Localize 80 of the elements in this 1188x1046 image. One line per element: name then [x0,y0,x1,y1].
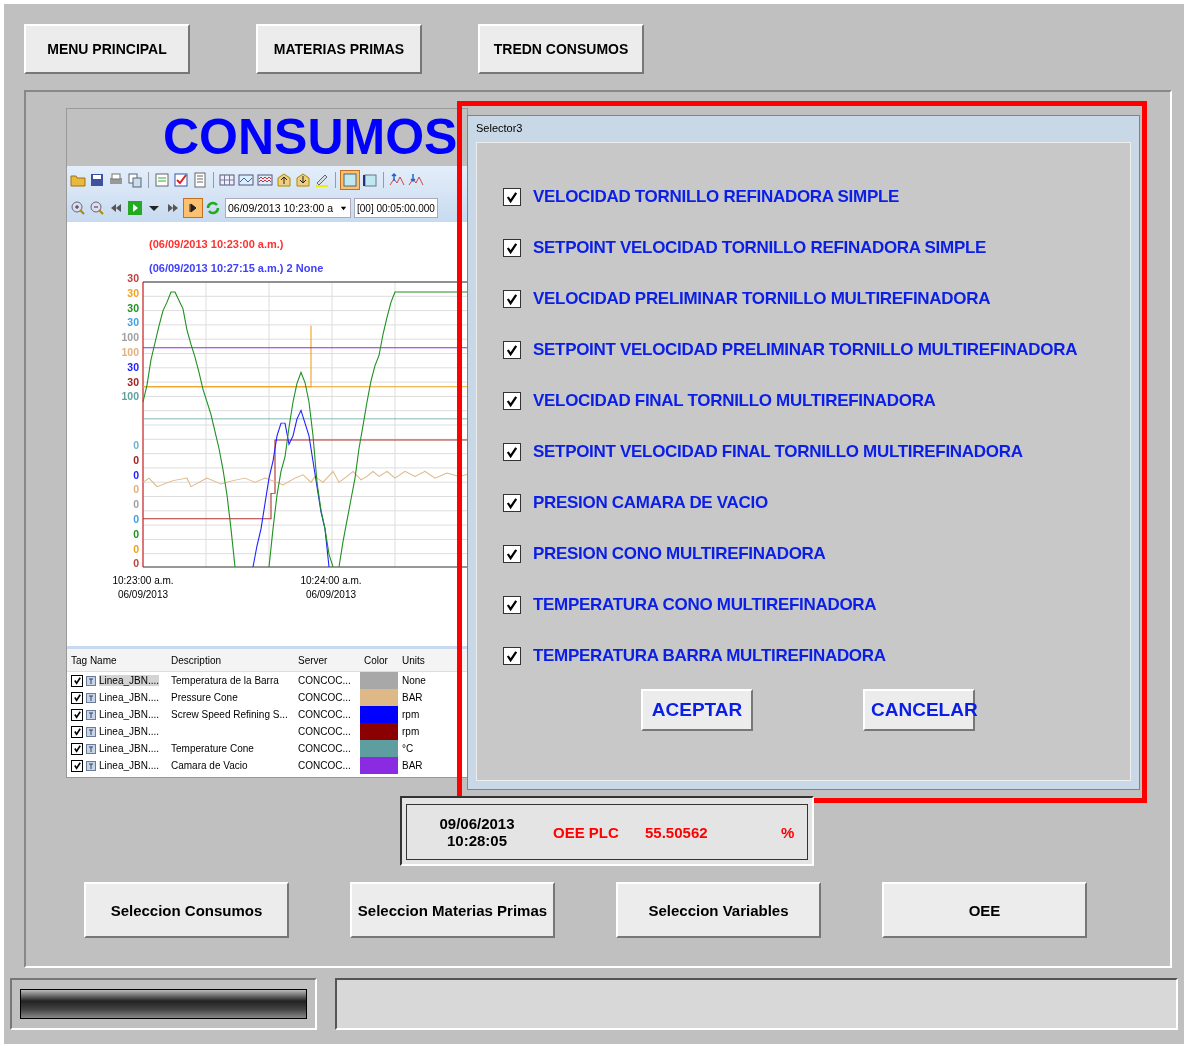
axis-label: 30 [127,316,139,329]
variable-label: VELOCIDAD FINAL TORNILLO MULTIREFINADORA [533,390,936,411]
variable-label: SETPOINT VELOCIDAD PRELIMINAR TORNILLO MULTIREFINADORA [533,339,1078,360]
nav-button[interactable]: MATERIAS PRIMAS [256,24,422,74]
selection-button[interactable]: Seleccion Materias Primas [350,882,555,938]
column-header: Server [297,653,329,668]
variable-label: VELOCIDAD TORNILLO REFINADORA SIMPLE [533,186,900,207]
axis-label: 0 [133,498,139,511]
dialog-title: Selector3 [476,122,523,134]
date-axis-label: 06/09/2013 [117,589,169,600]
description-cell: Pressure Cone [171,692,238,703]
tag-name-cell[interactable]: Linea_JBN.... [99,726,160,737]
description-cell: Camara de Vacio [171,760,248,771]
axis-label: 100 [121,390,139,403]
server-cell-text: CONCOC... [297,691,352,705]
date-text: 09/06/2013 [439,815,515,832]
trend-title: CONSUMOS [67,109,467,166]
axis-label: 30 [127,360,139,373]
axis-label: 30 [127,375,139,388]
units-cell-text: rpm [401,708,421,722]
axis-label: 0 [133,557,139,570]
oee-label: OEE PLC [553,823,620,841]
oee-value: 55.50562 [645,823,709,841]
variable-label: TEMPERATURA BARRA MULTIREFINADORA [533,645,886,666]
selection-button[interactable]: Seleccion Consumos [84,882,289,938]
tag-name-cell[interactable]: Linea_JBN.... [99,709,160,720]
duration-field[interactable]: [00] 00:05:00.000 [354,198,438,218]
variable-label: VELOCIDAD PRELIMINAR TORNILLO MULTIREFINADORA [533,288,991,309]
axis-label: 0 [133,527,139,540]
axis-label: 0 [133,542,139,555]
description-cell: Temperature Cone [171,743,254,754]
axis-label: 0 [133,468,139,481]
column-header: Color [363,653,389,668]
tag-name-cell[interactable]: Linea_JBN.... [99,692,160,703]
column-header: Description [170,653,223,668]
axis-label: 30 [127,286,139,299]
oee-unit: % [781,823,795,841]
time-axis-label: 10:24:00 a.m. [300,575,362,586]
server-cell-text: CONCOC... [297,742,352,756]
nav-button[interactable]: MENU PRINCIPAL [24,24,190,74]
units-cell-text: BAR [401,691,424,705]
start-time-field[interactable]: 06/09/2013 10:23:00 a [225,198,351,218]
units-cell-text: rpm [401,725,421,739]
server-cell-text: CONCOC... [297,674,352,688]
variable-label: SETPOINT VELOCIDAD FINAL TORNILLO MULTIREFINADORA [533,441,1023,462]
column-header: Tag Name [70,653,118,668]
server-cell-text: CONCOC... [297,725,352,739]
axis-label: 0 [133,513,139,525]
axis-label: 100 [121,346,139,358]
server-cell-text: CONCOC... [297,708,352,722]
description-cell: Temperatura de la Barra [171,675,279,686]
units-cell-text: BAR [401,759,424,773]
axis-label: 0 [133,453,139,466]
cursor-label: (06/09/2013 10:23:00 a.m.) [149,238,284,250]
description-cell: Screw Speed Refining S... [171,709,288,720]
axis-label: 30 [127,272,139,284]
tag-name-cell[interactable]: Linea_JBN.... [99,675,160,686]
date-axis-label: 06/09/2013 [305,589,357,600]
time-axis-label: 10:23:00 a.m. [112,575,174,586]
axis-label: 100 [121,331,139,344]
variable-label: PRESION CONO MULTIREFINADORA [533,543,826,564]
server-cell-text: CONCOC... [297,759,352,773]
axis-label: 0 [133,483,139,496]
column-header: Units [401,653,426,668]
variable-label: SETPOINT VELOCIDAD TORNILLO REFINADORA SIMPLE [533,237,987,258]
time-text: 10:28:05 [446,832,507,849]
selection-button[interactable]: Seleccion Variables [616,882,821,938]
axis-label: 0 [133,439,139,451]
variable-label: PRESION CAMARA DE VACIO [533,492,768,513]
nav-button[interactable]: TREDN CONSUMOS [478,24,644,74]
units-cell-text: None [401,674,427,688]
dialog-button[interactable]: ACEPTAR [641,689,753,731]
tag-name-cell[interactable]: Linea_JBN.... [99,760,160,771]
selection-button[interactable]: OEE [882,882,1087,938]
cursor-label: (06/09/2013 10:27:15 a.m.) 2 None [149,262,324,274]
units-cell-text: °C [401,742,415,756]
tag-name-cell[interactable]: Linea_JBN.... [99,743,160,754]
variable-label: TEMPERATURA CONO MULTIREFINADORA [533,594,877,615]
dialog-button[interactable]: CANCELAR [863,689,975,731]
axis-label: 30 [127,301,139,314]
